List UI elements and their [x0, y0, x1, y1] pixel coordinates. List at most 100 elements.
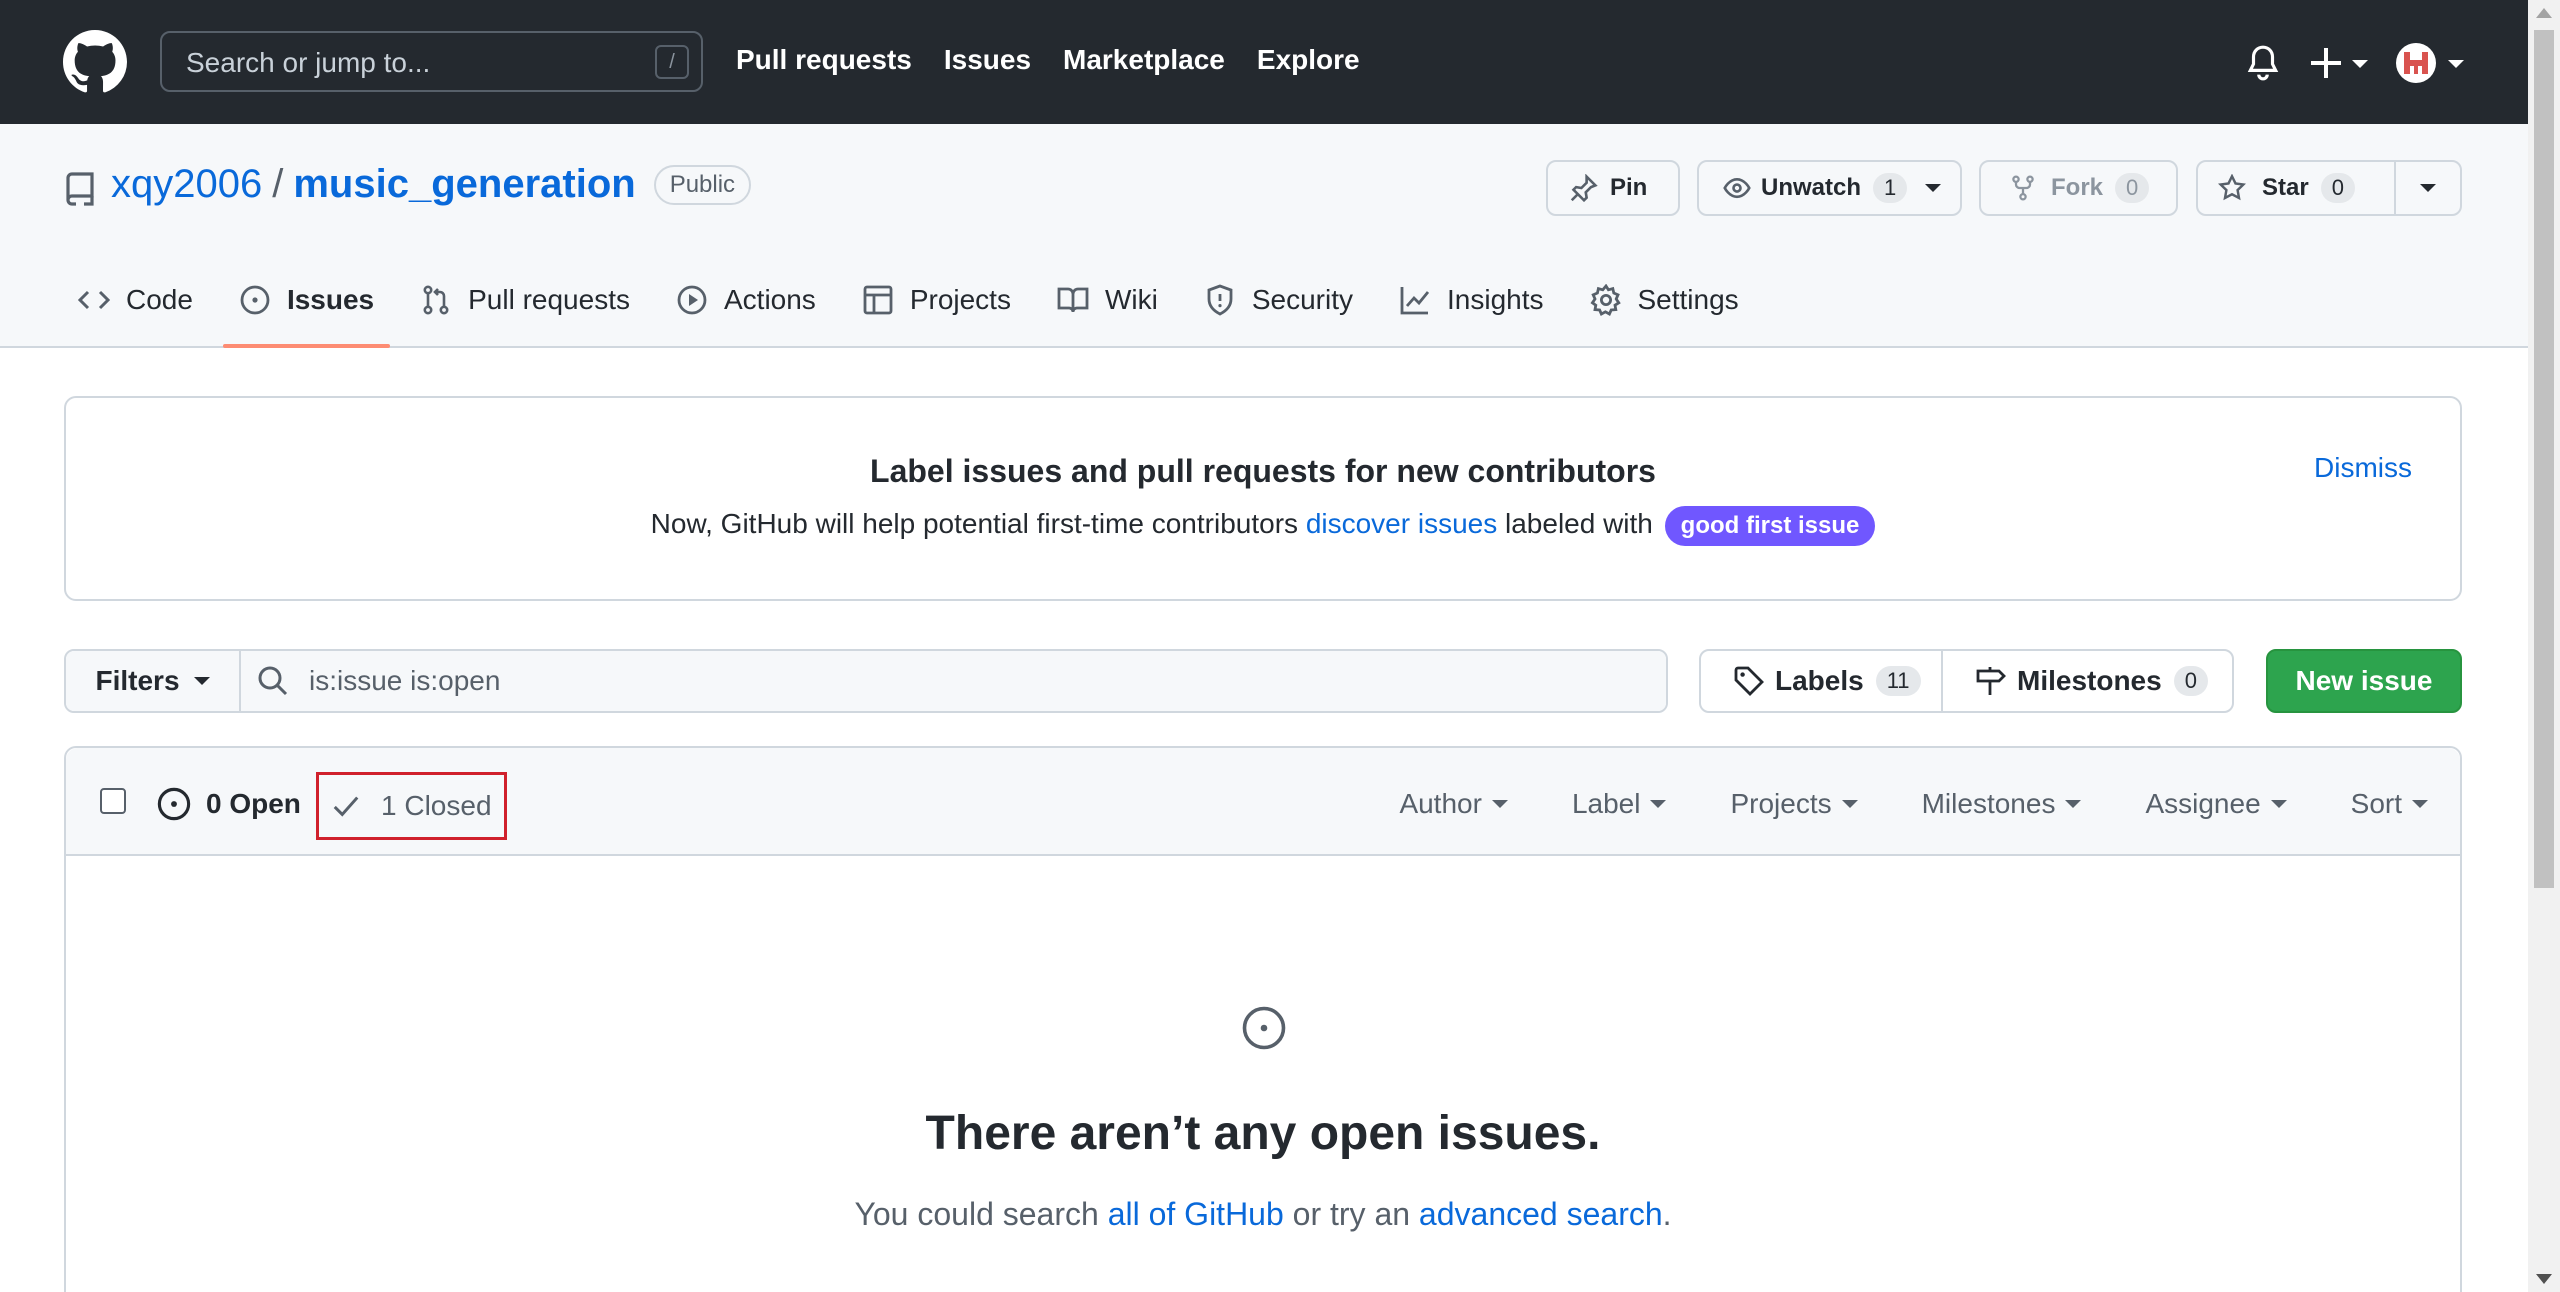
labels-label: Labels: [1775, 665, 1864, 696]
tab-insights-label: Insights: [1447, 284, 1544, 315]
filters-dropdown-button[interactable]: Filters: [66, 651, 241, 711]
fork-count: 0: [2115, 173, 2150, 203]
scroll-up-arrow-icon[interactable]: [2536, 8, 2552, 18]
tab-pull-requests-label: Pull requests: [468, 284, 630, 315]
tab-settings[interactable]: Settings: [1589, 280, 1739, 348]
sort-caret-icon: [2412, 800, 2428, 808]
open-issues-tab[interactable]: 0 Open: [156, 786, 301, 822]
tab-projects-label: Projects: [909, 284, 1011, 315]
empty-text-middle: or try an: [1292, 1196, 1411, 1232]
author-select[interactable]: Author: [1399, 788, 1508, 820]
tab-security[interactable]: Security: [1204, 280, 1353, 348]
table-icon: [863, 285, 893, 315]
fork-label: Fork: [2051, 174, 2104, 201]
nav-marketplace[interactable]: Marketplace: [1063, 44, 1225, 76]
empty-text-before: You could search: [854, 1196, 1099, 1232]
search-icon: [258, 666, 288, 696]
issue-opened-icon: [157, 787, 191, 821]
nav-pull-requests[interactable]: Pull requests: [736, 44, 912, 76]
shield-icon: [1207, 284, 1233, 316]
unwatch-button[interactable]: Unwatch 1: [1697, 160, 1962, 216]
unwatch-dropdown-caret-icon: [1925, 184, 1942, 192]
issue-opened-icon: [1242, 1006, 1286, 1050]
create-new-plus-icon[interactable]: [2310, 44, 2370, 82]
search-shortcut-key: /: [655, 45, 689, 79]
assignee-select-label: Assignee: [2145, 788, 2261, 819]
all-of-github-link[interactable]: all of GitHub: [1108, 1196, 1284, 1232]
repo-name-link[interactable]: music_generation: [293, 162, 635, 207]
milestones-select[interactable]: Milestones: [1922, 788, 2082, 820]
projects-caret-icon: [1841, 800, 1858, 808]
issue-filter-selectors: Author Label Projects Milestones Assigne…: [1335, 788, 2428, 820]
labels-milestones-group: Labels 11 Milestones 0: [1699, 649, 2234, 713]
watch-count: 1: [1873, 173, 1908, 203]
tab-actions[interactable]: Actions: [676, 280, 816, 348]
star-lists-dropdown[interactable]: [2396, 162, 2460, 214]
star-button[interactable]: Star 0: [2198, 162, 2396, 214]
empty-state: There aren’t any open issues. You could …: [66, 856, 2460, 1292]
author-select-label: Author: [1399, 788, 1482, 819]
milestones-button[interactable]: Milestones 0: [1943, 651, 2232, 711]
github-logo-icon[interactable]: [63, 30, 127, 94]
pin-label: Pin: [1610, 174, 1648, 201]
gear-icon: [1589, 284, 1621, 316]
repo-owner-link[interactable]: xqy2006: [111, 162, 262, 207]
tab-projects[interactable]: Projects: [862, 280, 1011, 348]
tag-icon: [1734, 666, 1764, 696]
tab-code[interactable]: Code: [78, 280, 193, 348]
global-search-input[interactable]: Search or jump to... /: [160, 31, 703, 92]
sort-select-label: Sort: [2350, 788, 2402, 819]
assignee-select[interactable]: Assignee: [2145, 788, 2287, 820]
dismiss-button[interactable]: Dismiss: [2314, 452, 2412, 484]
graph-icon: [1400, 287, 1430, 315]
label-select[interactable]: Label: [1572, 788, 1667, 820]
repo-tabs: Code Issues Pull requests Actions Projec…: [78, 280, 1785, 348]
repo-forked-icon: [2012, 175, 2034, 201]
star-count: 0: [2320, 173, 2355, 203]
nav-explore[interactable]: Explore: [1257, 44, 1360, 76]
scroll-down-arrow-icon[interactable]: [2536, 1274, 2552, 1284]
projects-select-label: Projects: [1730, 788, 1832, 819]
check-icon: [333, 796, 359, 817]
issue-search-input[interactable]: is:issue is:open: [241, 651, 1666, 711]
tab-issues[interactable]: Issues: [222, 280, 391, 348]
author-caret-icon: [1491, 800, 1508, 808]
repo-icon: [66, 172, 94, 206]
fork-button[interactable]: Fork 0: [1979, 160, 2178, 216]
repo-separator: /: [272, 162, 284, 206]
tab-settings-label: Settings: [1637, 284, 1739, 315]
nav-issues[interactable]: Issues: [944, 44, 1031, 76]
unwatch-label: Unwatch: [1761, 174, 1862, 201]
issue-filters-bar: Filters is:issue is:open: [64, 649, 1668, 713]
new-issue-button[interactable]: New issue: [2266, 649, 2462, 713]
book-icon: [1057, 287, 1089, 313]
tab-insights[interactable]: Insights: [1399, 280, 1544, 348]
advanced-search-link[interactable]: advanced search: [1419, 1196, 1663, 1232]
projects-select[interactable]: Projects: [1730, 788, 1858, 820]
repository-header: xqy2006 / music_generation Public Pin Un…: [0, 124, 2528, 348]
labels-count: 11: [1875, 666, 1921, 696]
tab-wiki[interactable]: Wiki: [1057, 280, 1158, 348]
tab-pull-requests[interactable]: Pull requests: [420, 280, 630, 348]
sort-select[interactable]: Sort: [2351, 788, 2428, 820]
closed-issues-tab[interactable]: 1 Closed: [316, 772, 507, 840]
eye-icon: [1723, 177, 1751, 199]
filters-caret-icon: [193, 677, 210, 685]
tab-actions-label: Actions: [723, 284, 816, 315]
open-issues-count: 0 Open: [206, 788, 301, 819]
assignee-caret-icon: [2270, 800, 2287, 808]
user-avatar-menu[interactable]: [2396, 42, 2464, 84]
page-scrollbar[interactable]: [2528, 0, 2560, 1292]
discover-issues-link[interactable]: discover issues: [1306, 508, 1497, 539]
issue-search-query: is:issue is:open: [309, 665, 501, 696]
scrollbar-thumb[interactable]: [2534, 30, 2554, 888]
empty-state-text: You could search all of GitHub or try an…: [66, 1196, 2460, 1233]
issues-list-box: 0 Open 1 Closed Author Label Projects Mi…: [64, 746, 2462, 1292]
labels-button[interactable]: Labels 11: [1701, 651, 1943, 711]
select-all-checkbox[interactable]: [100, 788, 126, 814]
tab-security-label: Security: [1251, 284, 1353, 315]
pin-icon: [1570, 174, 1598, 202]
good-first-issue-label[interactable]: good first issue: [1664, 506, 1876, 546]
pin-button[interactable]: Pin: [1546, 160, 1680, 216]
notifications-bell-icon[interactable]: [2246, 44, 2280, 82]
